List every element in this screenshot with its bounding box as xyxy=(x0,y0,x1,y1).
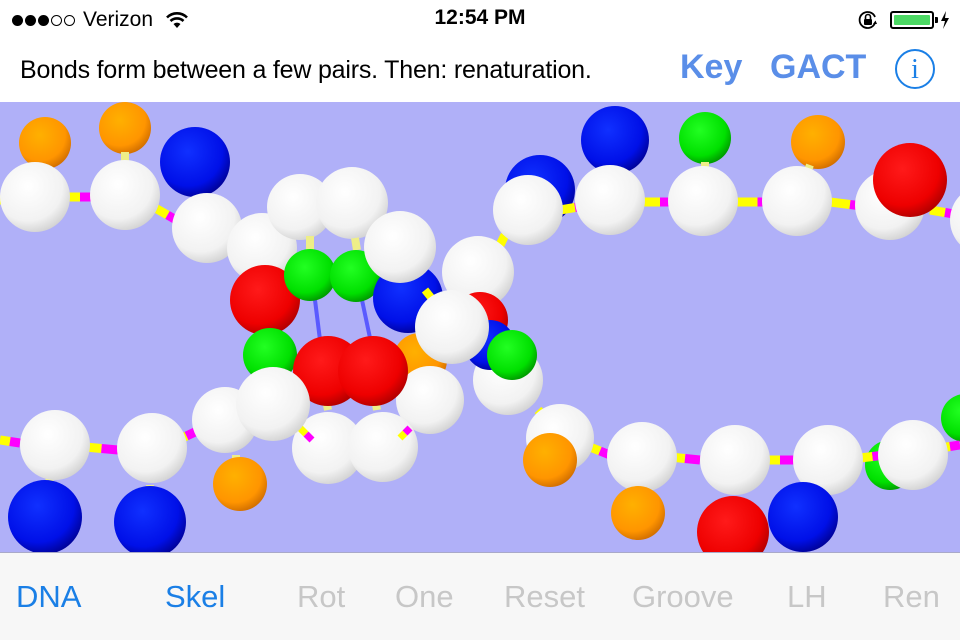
sugar-sphere xyxy=(117,413,187,483)
sugar-sphere xyxy=(950,195,960,245)
sugar-sphere xyxy=(493,175,563,245)
bottom-toolbar: DNA Skel Rot One Reset Groove LH Ren xyxy=(0,552,960,640)
gact-button[interactable]: GACT xyxy=(770,48,866,87)
toolbar-skel-button[interactable]: Skel xyxy=(165,579,225,615)
status-right xyxy=(856,8,950,32)
instruction-text: Bonds form between a few pairs. Then: re… xyxy=(20,56,592,84)
sugar-sphere xyxy=(348,412,418,482)
toolbar-reset-button[interactable]: Reset xyxy=(504,579,585,615)
status-bar: Verizon 12:54 PM xyxy=(0,0,960,40)
guanine-sphere xyxy=(697,496,769,552)
sugar-sphere xyxy=(575,165,645,235)
adenine-sphere xyxy=(581,106,649,174)
sugar-sphere xyxy=(90,160,160,230)
backbone-bond xyxy=(297,425,309,437)
guanine-sphere xyxy=(873,143,947,217)
backbone-bond xyxy=(929,205,946,217)
sugar-sphere xyxy=(20,410,90,480)
toolbar-ren-button[interactable]: Ren xyxy=(883,579,940,615)
guanine-sphere xyxy=(338,336,408,406)
rotation-lock-icon xyxy=(858,11,877,29)
header-bar: Bonds form between a few pairs. Then: re… xyxy=(0,40,960,102)
adenine-sphere xyxy=(768,482,838,552)
thymine-sphere xyxy=(611,486,665,540)
info-button[interactable]: i xyxy=(895,49,935,89)
toolbar-rot-button[interactable]: Rot xyxy=(297,579,345,615)
base-stick xyxy=(351,237,361,251)
toolbar-groove-button[interactable]: Groove xyxy=(632,579,734,615)
backbone-bond xyxy=(101,444,119,455)
battery-tip xyxy=(935,17,938,23)
signal-dot xyxy=(25,14,36,26)
thymine-sphere xyxy=(99,102,151,154)
thymine-sphere xyxy=(19,117,71,169)
backbone-bond xyxy=(949,440,960,451)
sugar-sphere xyxy=(607,422,677,492)
hydrogen-bond xyxy=(360,299,372,339)
signal-dot xyxy=(51,14,62,26)
backbone-bond xyxy=(495,232,510,248)
sugar-sphere xyxy=(878,420,948,490)
backbone-bond xyxy=(684,454,701,465)
signal-strength-icon xyxy=(12,14,75,26)
sugar-sphere xyxy=(236,367,310,441)
charging-bolt-icon xyxy=(941,11,949,29)
thymine-sphere xyxy=(213,457,267,511)
cytosine-sphere xyxy=(284,249,336,301)
sugar-sphere xyxy=(415,290,489,364)
battery-level xyxy=(894,15,930,25)
hydrogen-bond xyxy=(313,299,322,341)
backbone-bond xyxy=(397,430,408,441)
adenine-sphere xyxy=(160,127,230,197)
adenine-sphere xyxy=(8,480,82,552)
backbone-bond xyxy=(402,425,413,436)
backbone-bond xyxy=(421,287,435,300)
adenine-sphere xyxy=(114,486,186,552)
backbone-bond xyxy=(184,427,197,441)
sugar-sphere xyxy=(364,211,436,283)
info-icon: i xyxy=(911,54,919,85)
signal-dot xyxy=(12,14,23,26)
backbone-bond xyxy=(0,435,11,446)
carrier-name: Verizon xyxy=(83,8,154,31)
toolbar-dna-button[interactable]: DNA xyxy=(16,579,81,615)
toolbar-lh-button[interactable]: LH xyxy=(787,579,827,615)
wifi-icon xyxy=(166,12,188,28)
backbone-bond xyxy=(9,437,21,448)
signal-dot xyxy=(38,14,49,26)
dna-3d-viewport[interactable] xyxy=(0,102,960,552)
backbone-bond xyxy=(303,431,315,443)
toolbar-one-button[interactable]: One xyxy=(395,579,454,615)
sugar-sphere xyxy=(668,166,738,236)
signal-dot xyxy=(64,14,75,26)
status-left: Verizon xyxy=(12,6,189,34)
status-time: 12:54 PM xyxy=(434,6,526,29)
battery-icon xyxy=(890,11,938,29)
key-button[interactable]: Key xyxy=(680,48,742,87)
sugar-sphere xyxy=(0,162,70,232)
thymine-sphere xyxy=(523,433,577,487)
thymine-sphere xyxy=(791,115,845,169)
cytosine-sphere xyxy=(487,330,537,380)
cytosine-sphere xyxy=(679,112,731,164)
sugar-sphere xyxy=(700,425,770,495)
dna-model[interactable] xyxy=(0,102,960,552)
sugar-sphere xyxy=(762,166,832,236)
backbone-bond xyxy=(829,197,851,209)
cytosine-sphere xyxy=(941,394,960,442)
